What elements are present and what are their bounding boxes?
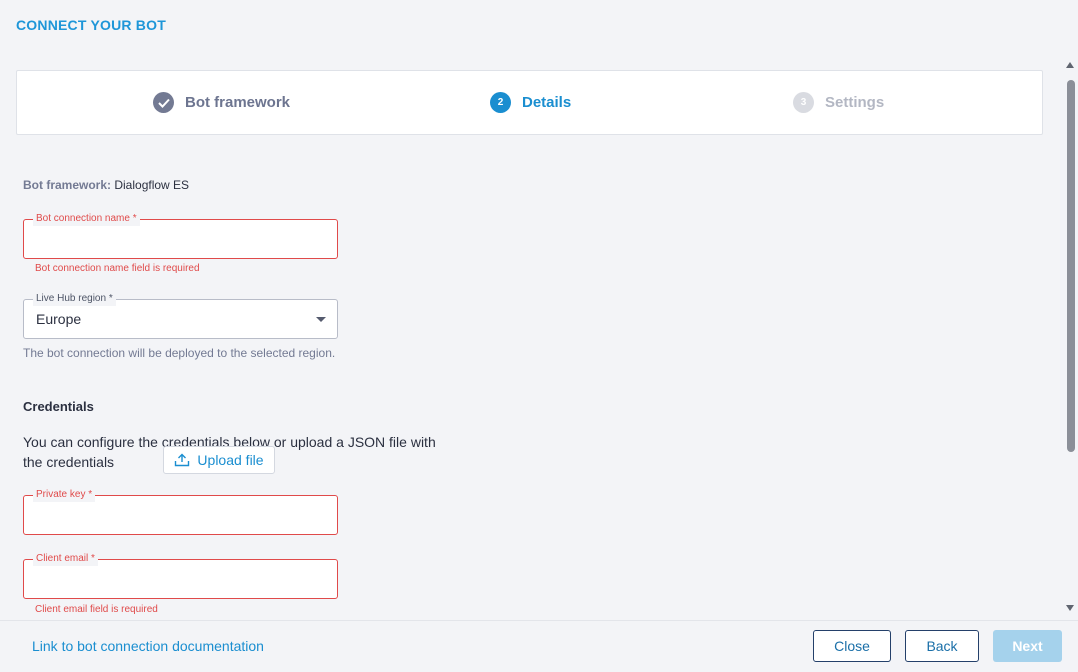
field-label: Live Hub region * xyxy=(33,292,116,306)
next-button[interactable]: Next xyxy=(993,630,1062,662)
close-button[interactable]: Close xyxy=(813,630,891,662)
field-error: Bot connection name field is required xyxy=(35,263,200,274)
step-label: Bot framework xyxy=(185,94,291,111)
framework-value: Dialogflow ES xyxy=(111,178,190,192)
bot-framework-info: Bot framework: Dialogflow ES xyxy=(23,178,189,192)
chevron-down-icon[interactable] xyxy=(316,317,326,322)
page-title: CONNECT YOUR BOT xyxy=(16,17,166,33)
step-number: 2 xyxy=(490,92,511,113)
private-key-field[interactable]: Private key * xyxy=(23,488,338,535)
back-button[interactable]: Back xyxy=(905,630,979,662)
field-error: Client email field is required xyxy=(35,604,158,615)
credentials-heading: Credentials xyxy=(23,399,94,414)
step-settings[interactable]: 3 Settings xyxy=(793,92,884,113)
step-label: Settings xyxy=(825,94,885,111)
check-icon xyxy=(153,92,174,113)
live-hub-region-select[interactable]: Live Hub region * Europe xyxy=(23,292,338,339)
step-label: Details xyxy=(522,94,572,111)
documentation-link[interactable]: Link to bot connection documentation xyxy=(32,638,264,654)
step-bot-framework[interactable]: Bot framework xyxy=(153,92,290,113)
bot-connection-name-input[interactable] xyxy=(24,220,337,258)
scrollbar-thumb[interactable] xyxy=(1067,80,1075,452)
framework-key: Bot framework: xyxy=(23,178,112,192)
client-email-input[interactable] xyxy=(24,560,337,598)
private-key-input[interactable] xyxy=(24,496,337,534)
upload-file-button[interactable]: Upload file xyxy=(163,446,275,474)
client-email-field[interactable]: Client email * xyxy=(23,552,338,599)
step-number: 3 xyxy=(793,92,814,113)
stepper: Bot framework 2 Details 3 Settings xyxy=(16,70,1043,135)
upload-icon xyxy=(175,453,190,467)
region-hint: The bot connection will be deployed to t… xyxy=(23,346,336,360)
step-details[interactable]: 2 Details xyxy=(490,92,571,113)
bot-connection-name-field[interactable]: Bot connection name * xyxy=(23,212,338,259)
scroll-up-arrow-icon[interactable] xyxy=(1066,62,1074,68)
upload-label: Upload file xyxy=(197,452,264,468)
scroll-down-arrow-icon[interactable] xyxy=(1066,605,1074,611)
selected-value: Europe xyxy=(36,311,82,327)
